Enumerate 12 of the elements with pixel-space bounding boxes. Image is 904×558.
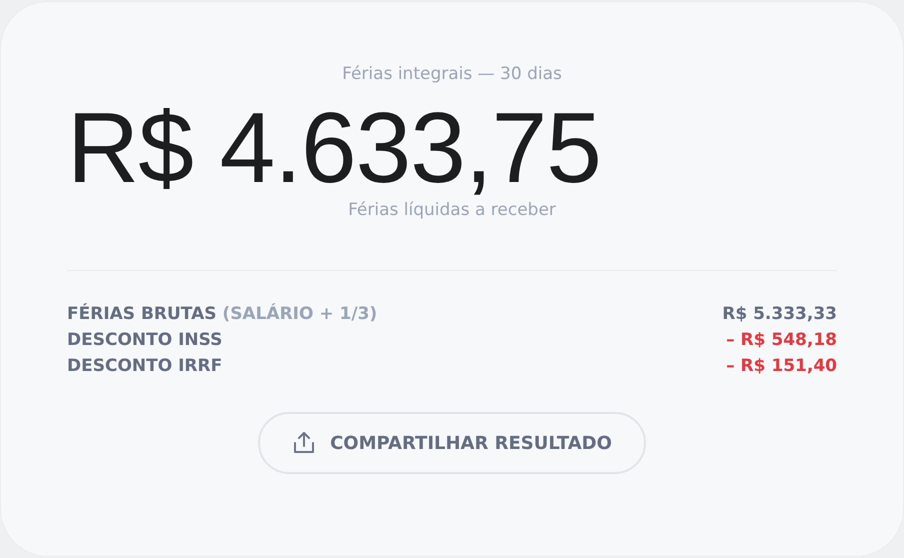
share-icon	[292, 430, 316, 456]
row-label: FÉRIAS BRUTAS	[67, 304, 216, 324]
net-amount: R$ 4.633,75	[67, 98, 602, 198]
row-label: DESCONTO IRRF	[67, 356, 222, 376]
period-label: Férias integrais — 30 dias	[341, 64, 563, 84]
row-value: – R$ 548,18	[726, 329, 837, 352]
row-note: (SALÁRIO + 1/3)	[222, 304, 378, 324]
row-label: DESCONTO INSS	[67, 330, 222, 350]
share-button[interactable]: COMPARTILHAR RESULTADO	[258, 412, 646, 474]
amount-caption: Férias líquidas a receber	[347, 200, 557, 220]
row-value: – R$ 151,40	[726, 355, 837, 378]
row-value: R$ 5.333,33	[722, 303, 837, 326]
